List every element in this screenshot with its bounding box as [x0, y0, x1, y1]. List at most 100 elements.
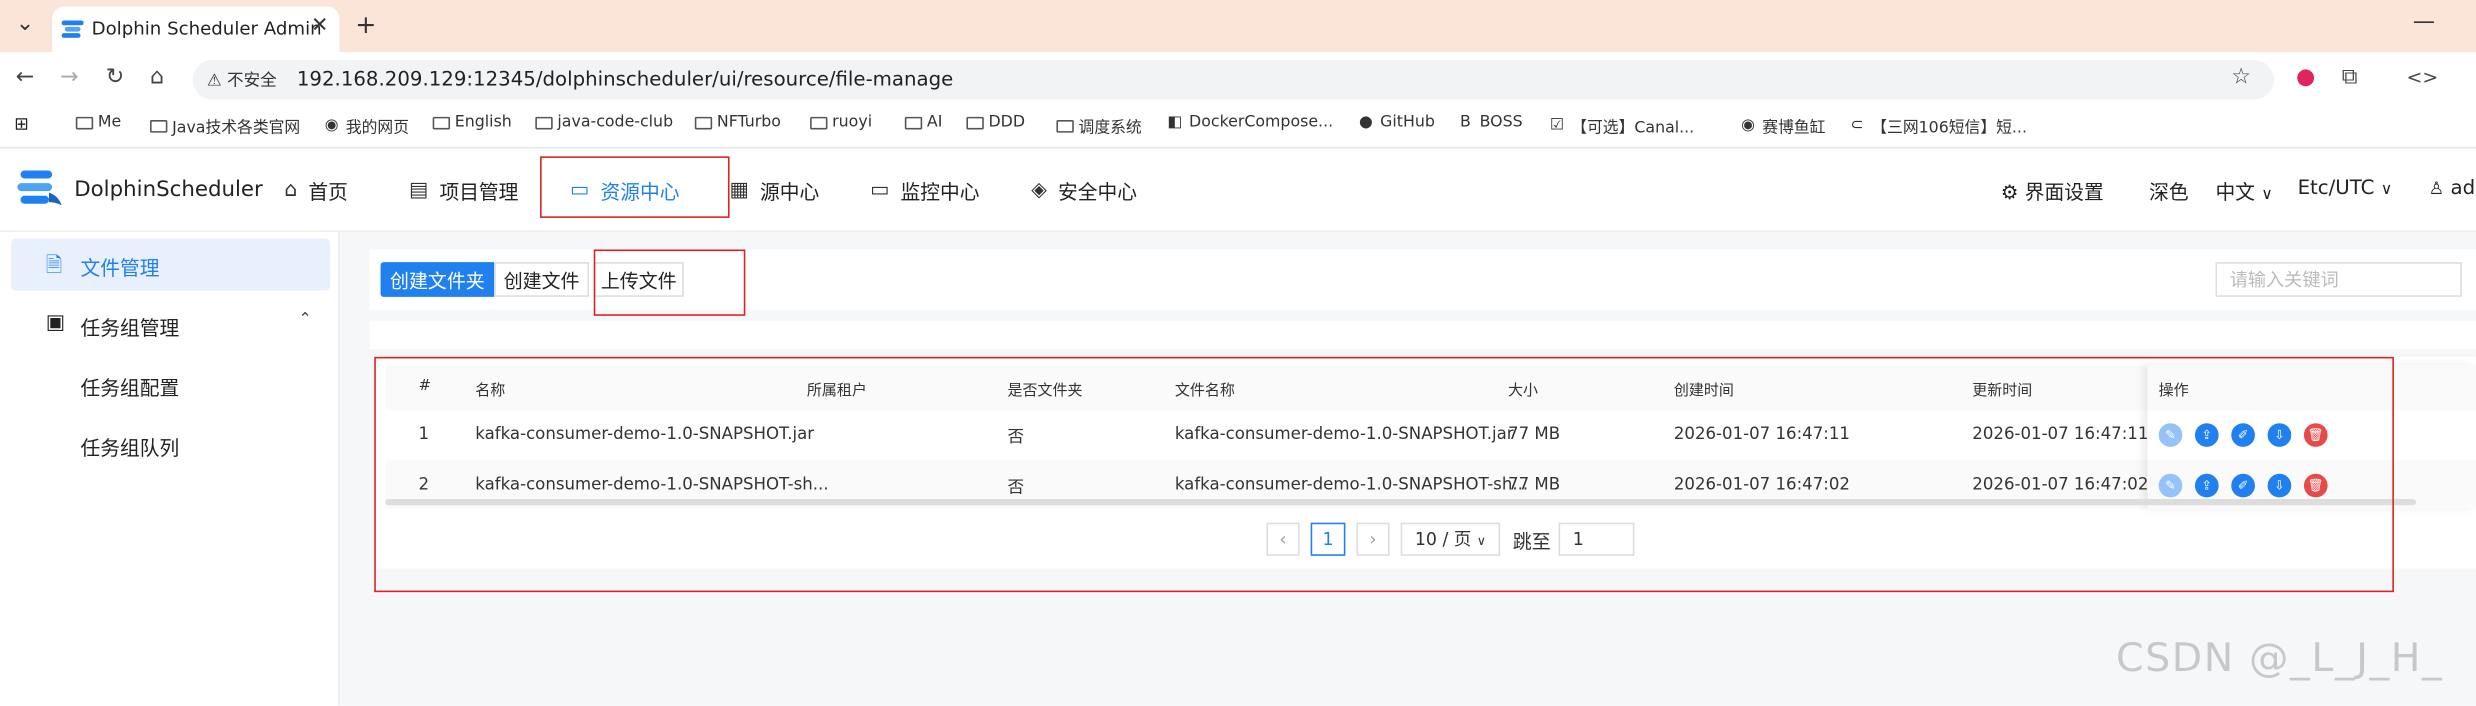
bookmark-label: GitHub [1380, 113, 1435, 132]
close-tab-icon[interactable]: ✕ [311, 14, 328, 38]
bookmark-item[interactable]: DDD [966, 114, 1025, 131]
search-input[interactable]: 请输入关键词 [2215, 262, 2462, 297]
bookmark-item[interactable]: Java技术各类官网 [150, 114, 300, 137]
bookmark-label: BOSS [1479, 113, 1523, 132]
minimize-icon[interactable]: — [2413, 9, 2435, 34]
folder-icon [75, 116, 94, 129]
apps-grid-icon[interactable]: ⊞ [14, 114, 29, 135]
globe-icon: ◉ [324, 116, 339, 135]
folder-icon [810, 116, 828, 129]
browser-tab-strip: ⌄ Dolphin Scheduler Admin ✕ + — [0, 0, 2476, 53]
menu-home[interactable]: ⌂ 首页 [284, 175, 348, 205]
bookmark-item[interactable]: NFTurbo [694, 114, 781, 131]
sidebar-item-task-group-manage[interactable]: ▣ 任务组管理 ⌃ [11, 298, 330, 350]
dolphinscheduler-logo-icon [17, 170, 62, 206]
boss-icon: B [1459, 113, 1471, 132]
user-menu[interactable]: ♙ ad [2429, 175, 2476, 199]
folder-icon [694, 116, 713, 129]
menu-label: 安全中心 [1057, 180, 1137, 204]
not-secure-indicator[interactable]: ⚠ 不安全 [207, 68, 277, 92]
bookmark-star-icon[interactable]: ☆ [2231, 65, 2251, 90]
sidebar-item-label: 任务组配置 [80, 375, 180, 400]
bookmark-label: Me [97, 113, 122, 132]
folder-icon [904, 116, 923, 129]
link-icon: ⊂ [1850, 116, 1864, 135]
bookmark-item[interactable]: English [432, 113, 512, 132]
bookmark-item[interactable]: ● GitHub [1356, 113, 1435, 132]
github-icon: ● [1359, 113, 1373, 132]
shield-icon: ◈ [1031, 178, 1047, 203]
not-secure-label: 不安全 [227, 71, 277, 91]
gear-icon: ⚙ [2000, 180, 2019, 204]
dolphin-favicon-icon [61, 20, 84, 38]
bookmark-item[interactable]: java-code-club [535, 114, 673, 131]
forward-icon[interactable]: → [60, 65, 79, 90]
bookmark-label: ruoyi [832, 113, 873, 132]
bookmark-item[interactable]: ◧ DockerCompose... [1165, 114, 1333, 131]
annotation-box-resource-center [540, 156, 730, 218]
devtools-icon[interactable]: <> [2407, 66, 2439, 88]
menu-datasource[interactable]: ▦ 源中心 [730, 175, 820, 205]
menu-project[interactable]: ▤ 项目管理 [409, 175, 518, 205]
ui-settings-button[interactable]: ⚙ 界面设置 [2001, 175, 2104, 205]
bookmark-label: English [454, 113, 512, 132]
bookmark-item[interactable]: ☑ 【可选】Canal... [1548, 114, 1694, 138]
tab-title: Dolphin Scheduler Admin [91, 17, 322, 40]
annotation-box-file-table [374, 356, 2394, 593]
bookmark-item[interactable]: ⊂ 【三网106短信】短... [1848, 114, 2027, 138]
bookmark-item[interactable]: ◉ 我的网页 [322, 114, 409, 138]
address-bar[interactable]: ⚠ 不安全 192.168.209.129:12345/dolphinsched… [192, 60, 2274, 100]
folder-icon [150, 119, 168, 132]
chevron-down-icon: ∨ [2261, 186, 2273, 204]
menu-monitor[interactable]: ▭ 监控中心 [870, 175, 979, 205]
bookmark-item[interactable]: ◉ 赛博鱼缸 [1739, 114, 1826, 138]
sidebar-item-label: 任务组管理 [80, 315, 180, 340]
app-header: DolphinScheduler ⌂ 首页 ▤ 项目管理 ▭ 资源中心 ▦ 源中心 ▭ 监… [0, 148, 2476, 233]
annotation-box-upload-file [593, 249, 746, 316]
bookmark-label: 赛博鱼缸 [1762, 120, 1826, 138]
bookmark-label: 我的网页 [345, 120, 409, 138]
checkbox-icon: ☑ [1549, 116, 1565, 135]
screenshot-stage: ⌄ Dolphin Scheduler Admin ✕ + — ← → ↻ ⌂ … [0, 0, 2476, 706]
back-icon[interactable]: ← [16, 65, 35, 90]
language-select[interactable]: 中文 ∨ [2215, 175, 2272, 205]
app-brand[interactable]: DolphinScheduler [74, 177, 263, 202]
theme-toggle[interactable]: 深色 [2149, 175, 2189, 205]
monitor-icon: ▭ [870, 178, 890, 203]
extension-icon[interactable]: ● [2296, 65, 2315, 90]
sidebar-item-task-group-config[interactable]: 任务组配置 [11, 358, 330, 410]
bookmark-item[interactable]: AI [904, 114, 942, 131]
task-group-icon: ▣ [45, 311, 66, 335]
user-label: ad [2450, 175, 2476, 199]
bookmark-label: DockerCompose... [1189, 113, 1334, 132]
sidebar-item-file-manage[interactable]: 🗎 文件管理 [11, 238, 331, 291]
ui-settings-label: 界面设置 [2024, 180, 2104, 204]
menu-label: 首页 [308, 180, 348, 204]
language-label: 中文 [2215, 180, 2255, 204]
bookmark-item[interactable]: 调度系统 [1056, 114, 1142, 137]
menu-label: 监控中心 [900, 180, 980, 204]
create-folder-button[interactable]: 创建文件夹 [380, 262, 495, 297]
datasource-icon: ▦ [729, 178, 749, 203]
globe-icon: ◉ [1741, 116, 1755, 135]
create-file-button[interactable]: 创建文件 [494, 262, 590, 297]
project-icon: ▤ [408, 178, 429, 203]
folder-icon [966, 116, 984, 129]
menu-security[interactable]: ◈ 安全中心 [1031, 175, 1137, 205]
menu-label: 项目管理 [439, 180, 519, 204]
url-text[interactable]: 192.168.209.129:12345/dolphinscheduler/u… [297, 66, 953, 90]
browser-tab[interactable]: Dolphin Scheduler Admin ✕ [52, 6, 340, 53]
tab-list-icon[interactable]: ⌄ [16, 11, 35, 36]
chevron-down-icon: ∨ [2380, 181, 2393, 199]
bookmark-item[interactable]: ruoyi [810, 114, 872, 131]
bookmark-item[interactable]: B BOSS [1456, 114, 1523, 131]
chevron-up-icon: ⌃ [298, 311, 312, 329]
timezone-select[interactable]: Etc/UTC ∨ [2298, 175, 2393, 199]
folder-icon [535, 116, 553, 129]
home-icon[interactable]: ⌂ [150, 65, 164, 90]
extensions-puzzle-icon[interactable]: ⧉ [2342, 65, 2358, 90]
reload-icon[interactable]: ↻ [106, 65, 125, 90]
bookmark-item[interactable]: Me [75, 113, 122, 132]
new-tab-icon[interactable]: + [355, 9, 376, 39]
sidebar-item-task-group-queue[interactable]: 任务组队列 [11, 418, 330, 470]
